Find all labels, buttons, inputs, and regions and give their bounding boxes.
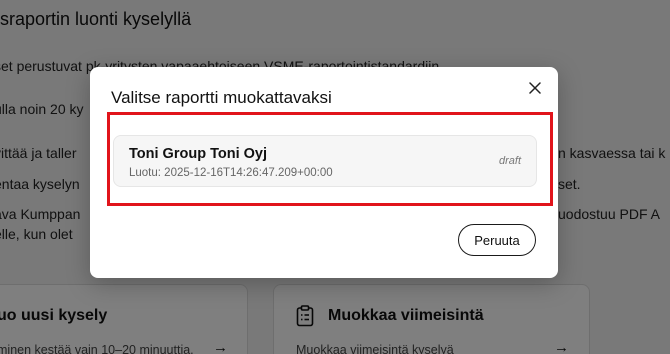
dialog-title: Valitse raportti muokattavaksi — [111, 88, 332, 107]
cancel-button[interactable]: Peruuta — [458, 224, 536, 256]
select-report-dialog: Valitse raportti muokattavaksi Toni Grou… — [90, 67, 558, 278]
close-icon — [529, 82, 541, 94]
close-button[interactable] — [526, 79, 544, 97]
highlight-annotation — [107, 112, 553, 206]
